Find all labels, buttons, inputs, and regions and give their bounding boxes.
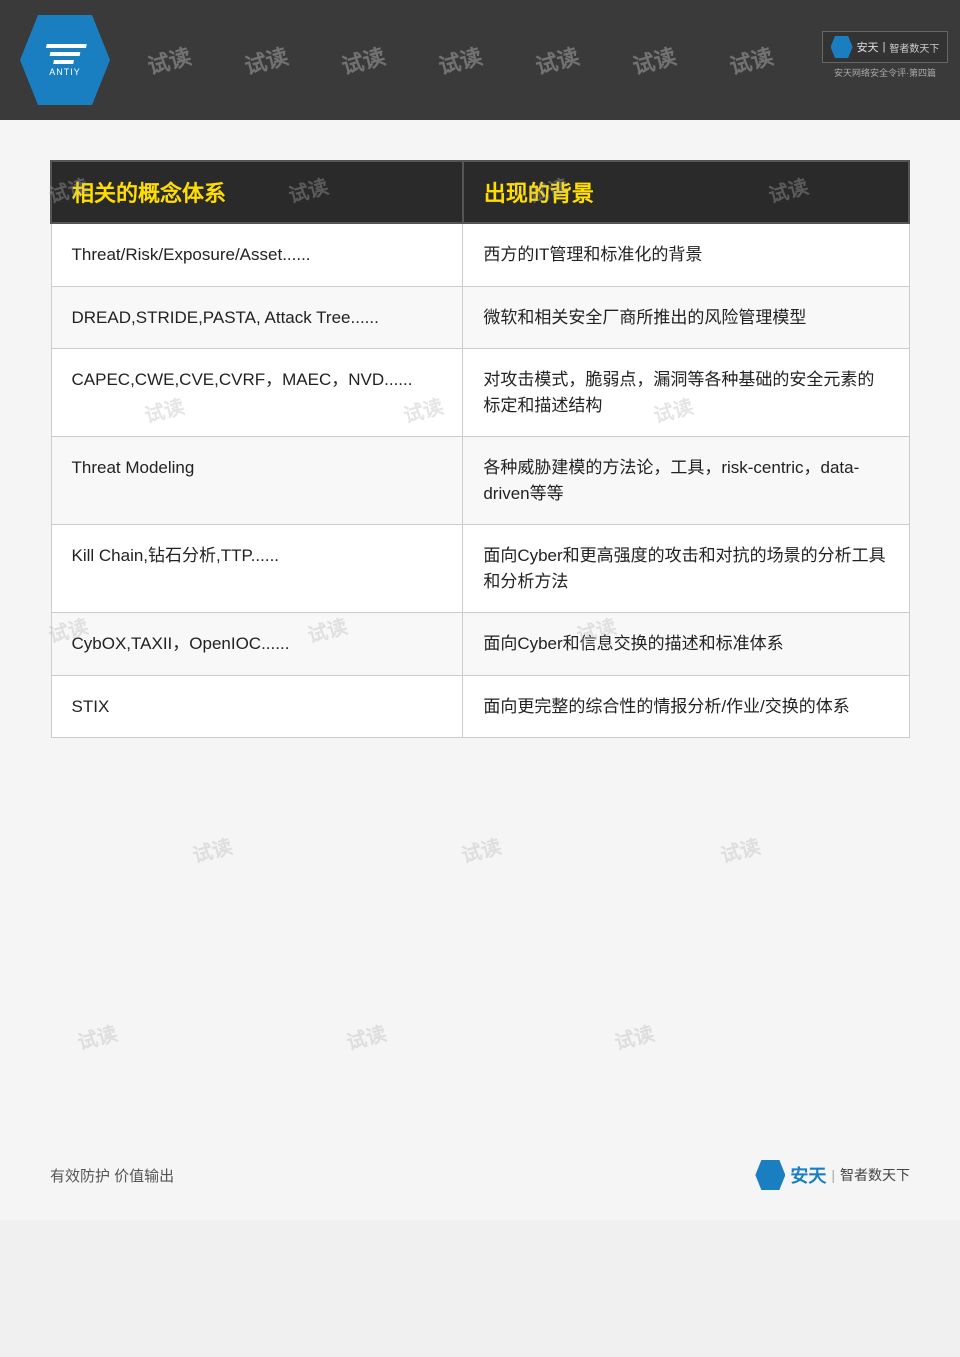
table-row: CybOX,TAXII，OpenIOC......面向Cyber和信息交换的描述… [51, 613, 909, 676]
brand-icon-small [831, 36, 853, 58]
table-cell-col1-0: Threat/Risk/Exposure/Asset...... [51, 223, 463, 286]
table-row: DREAD,STRIDE,PASTA, Attack Tree......微软和… [51, 286, 909, 349]
main-wm-10: 试读 [189, 830, 235, 868]
footer: 有效防护 价值输出 安天 | 智者数天下 [50, 1160, 910, 1190]
header-right-logo: 安天 | 智者数天下 安天网络安全令评·第四篇 [820, 10, 950, 100]
table-row: CAPEC,CWE,CVE,CVRF，MAEC，NVD......对攻击模式，脆… [51, 349, 909, 437]
col1-header: 相关的概念体系 [51, 161, 463, 223]
logo-antiy-text: ANTIY [49, 67, 81, 77]
main-wm-15: 试读 [611, 1017, 657, 1055]
table-cell-col2-3: 各种威胁建模的方法论，工具，risk-centric，data-driven等等 [463, 437, 909, 525]
header-wm-7: 试读 [726, 39, 777, 81]
table-row: Threat/Risk/Exposure/Asset......西方的IT管理和… [51, 223, 909, 286]
table-cell-col2-6: 面向更完整的综合性的情报分析/作业/交换的体系 [463, 675, 909, 738]
table-cell-col2-1: 微软和相关安全厂商所推出的风险管理模型 [463, 286, 909, 349]
logo-lines [43, 44, 87, 64]
col2-header: 出现的背景 [463, 161, 909, 223]
footer-separator: | [831, 1167, 835, 1183]
table-row: Kill Chain,钻石分析,TTP......面向Cyber和更高强度的攻击… [51, 525, 909, 613]
main-wm-11: 试读 [458, 830, 504, 868]
main-wm-12: 试读 [717, 830, 763, 868]
table-cell-col1-6: STIX [51, 675, 463, 738]
footer-brand-sub: 智者数天下 [840, 1165, 910, 1185]
table-cell-col2-2: 对攻击模式，脆弱点，漏洞等各种基础的安全元素的标定和描述结构 [463, 349, 909, 437]
header-watermarks: 试读 试读 试读 试读 试读 试读 试读 [0, 0, 960, 120]
table-row: Threat Modeling各种威胁建模的方法论，工具，risk-centri… [51, 437, 909, 525]
table-cell-col1-2: CAPEC,CWE,CVE,CVRF，MAEC，NVD...... [51, 349, 463, 437]
main-wm-14: 试读 [343, 1017, 389, 1055]
data-table: 相关的概念体系 出现的背景 Threat/Risk/Exposure/Asset… [50, 160, 910, 738]
main-wm-13: 试读 [74, 1017, 120, 1055]
brand-extra-text: | [883, 41, 886, 53]
main-content: 试读试读试读试读试读试读试读试读试读试读试读试读试读试读试读试读 相关的概念体系… [0, 120, 960, 1220]
footer-brand-text: 安天 [790, 1162, 826, 1188]
logo-line-1 [46, 44, 87, 48]
header-wm-3: 试读 [337, 39, 388, 81]
footer-right: 安天 | 智者数天下 [755, 1160, 910, 1190]
table-cell-col1-4: Kill Chain,钻石分析,TTP...... [51, 525, 463, 613]
brand-name-text: 安天 [857, 39, 879, 55]
table-cell-col1-5: CybOX,TAXII，OpenIOC...... [51, 613, 463, 676]
table-cell-col2-5: 面向Cyber和信息交换的描述和标准体系 [463, 613, 909, 676]
table-cell-col1-1: DREAD,STRIDE,PASTA, Attack Tree...... [51, 286, 463, 349]
footer-logo-icon [755, 1160, 785, 1190]
header-wm-6: 试读 [629, 39, 680, 81]
header: ANTIY 试读 试读 试读 试读 试读 试读 试读 安天 | 智者数天下 安天… [0, 0, 960, 120]
table-cell-col1-3: Threat Modeling [51, 437, 463, 525]
table-cell-col2-4: 面向Cyber和更高强度的攻击和对抗的场景的分析工具和分析方法 [463, 525, 909, 613]
header-wm-1: 试读 [143, 39, 194, 81]
header-wm-4: 试读 [435, 39, 486, 81]
header-wm-5: 试读 [532, 39, 583, 81]
logo-line-2 [50, 52, 81, 56]
header-logo: ANTIY [20, 15, 110, 105]
table-cell-col2-0: 西方的IT管理和标准化的背景 [463, 223, 909, 286]
footer-left-text: 有效防护 价值输出 [50, 1165, 174, 1186]
brand-slogan: 智者数天下 [889, 40, 939, 55]
table-row: STIX面向更完整的综合性的情报分析/作业/交换的体系 [51, 675, 909, 738]
header-wm-2: 试读 [240, 39, 291, 81]
logo-line-3 [53, 60, 74, 64]
antiy-brand: 安天 | 智者数天下 [822, 31, 949, 63]
brand-subtitle: 安天网络安全令评·第四篇 [834, 66, 936, 79]
